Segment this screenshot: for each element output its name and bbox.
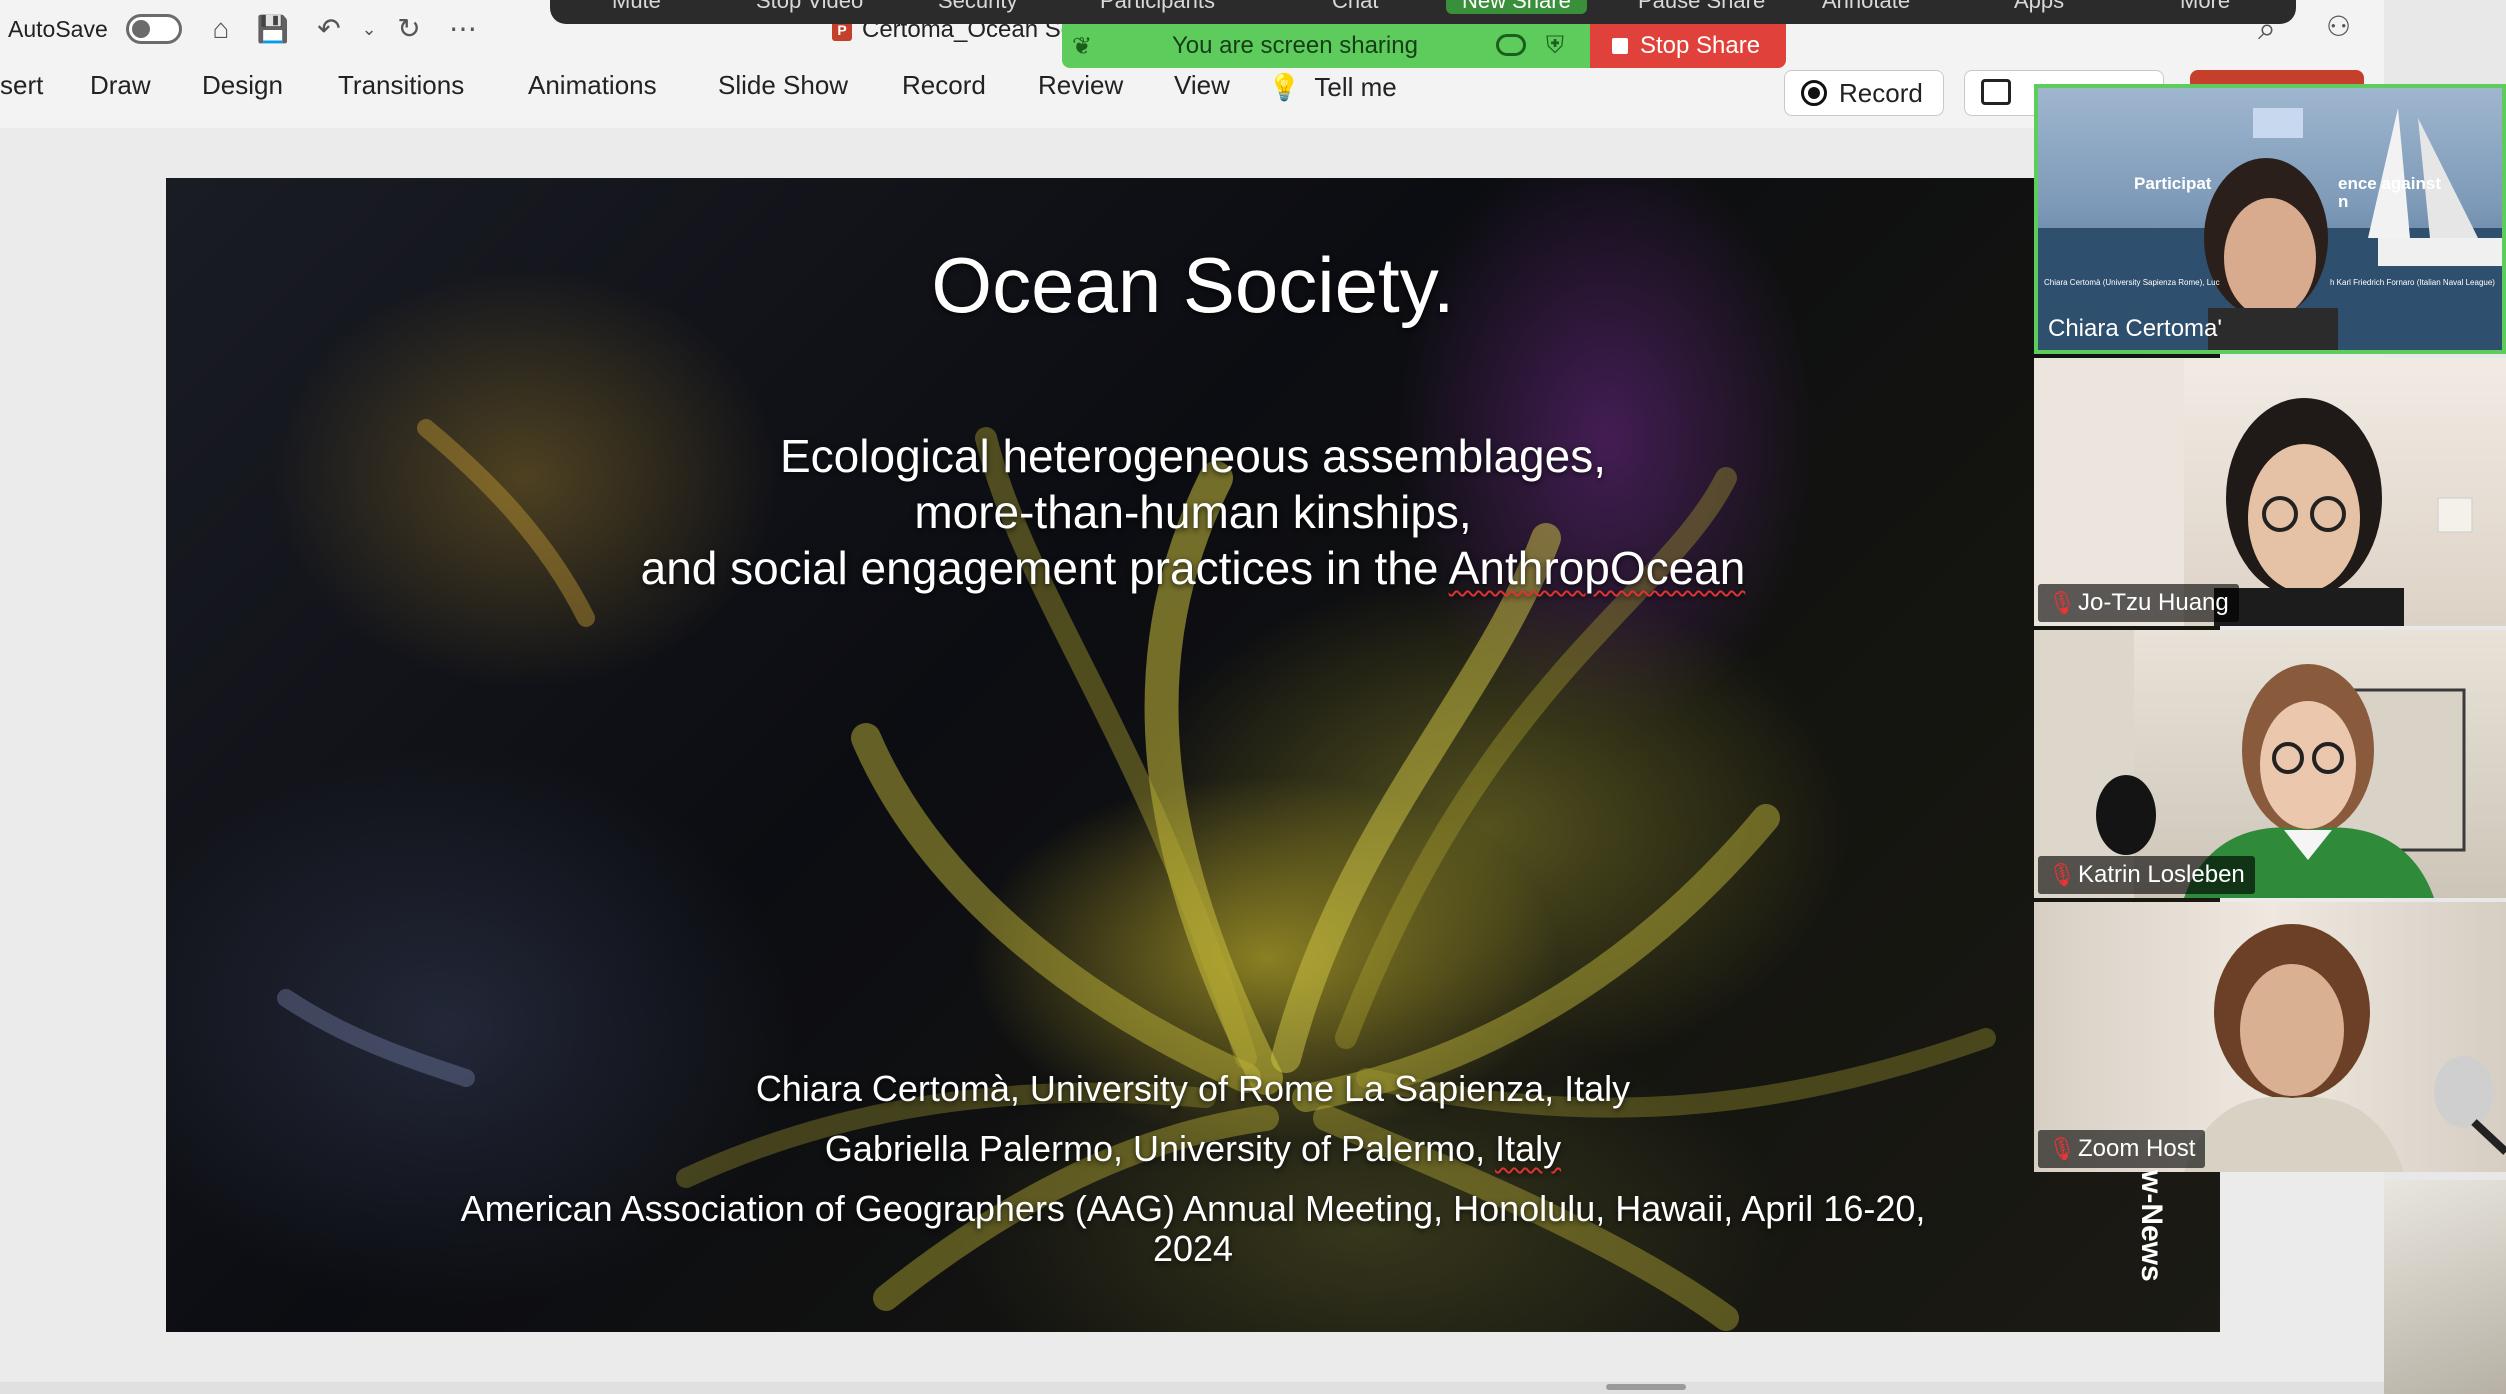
tell-me-label: Tell me <box>1314 72 1397 102</box>
lightbulb-icon: 💡 <box>1268 72 1301 102</box>
horizontal-scrollbar[interactable] <box>0 1382 2384 1394</box>
stop-icon <box>1612 38 1628 54</box>
subtitle-line-2: more-than-human kinships, <box>914 486 1472 538</box>
slide-author-1[interactable]: Chiara Certomà, University of Rome La Sa… <box>166 1068 2220 1110</box>
stop-share-label: Stop Share <box>1640 32 1761 59</box>
subtitle-line-3-text: and social engagement practices in the <box>640 542 1449 594</box>
screen-sharing-banner: ❦ You are screen sharing ⛨ Stop Share <box>1062 24 1786 68</box>
tab-view[interactable]: View <box>1174 70 1230 101</box>
slide-author-2[interactable]: Gabriella Palermo, University of Palermo… <box>166 1128 2220 1170</box>
participant-tile[interactable]: Participat ence against n Chiara Certomà… <box>2034 84 2506 354</box>
more-options-icon[interactable]: ⋯ <box>446 12 480 46</box>
participant-tile[interactable]: 🎙 Katrin Losleben <box>2034 630 2506 898</box>
participant-name-label: Chiara Certoma' <box>2038 310 2232 348</box>
participant-name: Katrin Losleben <box>2078 861 2245 888</box>
subtitle-line-3: and social engagement practices in the A… <box>166 540 2220 596</box>
zoom-participants[interactable]: Participants <box>1100 0 1215 14</box>
participant-tile[interactable]: 🎙 Zoom Host <box>2034 902 2506 1172</box>
redo-icon[interactable]: ↻ <box>392 12 426 46</box>
participant-name-label: 🎙 Katrin Losleben <box>2038 856 2255 894</box>
save-icon[interactable]: 💾 <box>256 12 290 46</box>
slide-conference[interactable]: American Association of Geographers (AAG… <box>166 1188 2220 1230</box>
zoom-meeting-toolbar: Mute Stop Video Security Participants Ch… <box>550 0 2296 24</box>
sharing-status: ❦ You are screen sharing ⛨ <box>1062 24 1590 68</box>
record-button[interactable]: Record <box>1784 70 1944 116</box>
record-icon <box>1801 80 1827 106</box>
slide[interactable]: Ocean Society. Ecological heterogeneous … <box>166 178 2220 1332</box>
zoom-more[interactable]: More <box>2180 0 2230 14</box>
tab-review[interactable]: Review <box>1038 70 1123 101</box>
shared-text-1: Participat <box>2134 174 2212 193</box>
autosave-toggle[interactable] <box>126 14 182 44</box>
subtitle-line-1: Ecological heterogeneous assemblages, <box>780 430 1606 482</box>
zoom-security[interactable]: Security <box>938 0 1017 14</box>
participant-name: Jo-Tzu Huang <box>2078 589 2229 616</box>
microphone-muted-icon: 🎙 <box>2048 1136 2076 1161</box>
tell-me-search[interactable]: 💡 Tell me <box>1268 72 1397 103</box>
shield-check-icon: ⛨ <box>1546 32 1564 59</box>
stop-share-button[interactable]: Stop Share <box>1590 24 1786 68</box>
undo-dropdown-icon[interactable]: ⌄ <box>352 12 386 46</box>
home-icon[interactable]: ⌂ <box>204 12 238 46</box>
slide-subtitle[interactable]: Ecological heterogeneous assemblages, mo… <box>166 428 2220 596</box>
collaborate-icon[interactable]: ⚇ <box>2326 10 2351 43</box>
participant-name: Chiara Certoma' <box>2048 315 2222 342</box>
zoom-chat[interactable]: Chat <box>1332 0 1378 14</box>
cloud-icon <box>1496 34 1526 56</box>
zoom-new-share[interactable]: New Share <box>1446 0 1587 14</box>
spellcheck-word-italy: Italy <box>1495 1128 1562 1169</box>
slide-title[interactable]: Ocean Society. <box>166 240 2220 331</box>
participant-gallery: Participat ence against n Chiara Certomà… <box>2034 84 2506 1180</box>
participant-name-label: 🎙 Zoom Host <box>2038 1130 2206 1168</box>
undo-icon[interactable]: ↶ <box>312 12 346 46</box>
tab-transitions[interactable]: Transitions <box>338 70 464 101</box>
zoom-annotate[interactable]: Annotate <box>1822 0 1910 14</box>
zoom-apps[interactable]: Apps <box>2014 0 2064 14</box>
tab-draw[interactable]: Draw <box>90 70 151 101</box>
zoom-pause-share[interactable]: Pause Share <box>1638 0 1765 14</box>
scrollbar-thumb[interactable] <box>1606 1384 1686 1390</box>
comment-icon <box>1981 79 2011 105</box>
tab-slide-show[interactable]: Slide Show <box>718 70 848 101</box>
shared-text-2: ence against <box>2338 174 2441 193</box>
participant-name-label: 🎙 Jo-Tzu Huang <box>2038 584 2239 622</box>
tab-record[interactable]: Record <box>902 70 986 101</box>
microphone-muted-icon: 🎙 <box>2048 590 2076 615</box>
record-button-label: Record <box>1839 77 1923 108</box>
shared-caption-left: Chiara Certomà (University Sapienza Rome… <box>2044 278 2220 287</box>
participant-tile[interactable]: 🎙 Jo-Tzu Huang <box>2034 358 2506 626</box>
spellcheck-word-anthropocean: AnthropOcean <box>1448 542 1746 594</box>
author-2-text: Gabriella Palermo, University of Palermo… <box>824 1128 1496 1169</box>
tab-design[interactable]: Design <box>202 70 283 101</box>
shared-text-3: n <box>2338 192 2349 211</box>
autosave-label: AutoSave <box>8 16 108 42</box>
shared-caption-right: h Karl Friedrich Fornaro (Italian Naval … <box>2330 278 2495 287</box>
participant-name: Zoom Host <box>2078 1135 2196 1162</box>
background-window-text: w-News <box>2135 1170 2168 1282</box>
tab-animations[interactable]: Animations <box>528 70 657 101</box>
sharing-status-text: You are screen sharing <box>1172 32 1418 59</box>
tab-insert[interactable]: sert <box>0 70 43 101</box>
microphone-muted-icon: 🎙 <box>2048 862 2076 887</box>
zoom-stop-video[interactable]: Stop Video <box>756 0 863 14</box>
zoom-mute[interactable]: Mute <box>612 0 661 14</box>
background-window <box>2384 1180 2506 1394</box>
slide-conference-year[interactable]: 2024 <box>166 1228 2220 1270</box>
zoom-leaf-icon: ❦ <box>1072 33 1093 60</box>
